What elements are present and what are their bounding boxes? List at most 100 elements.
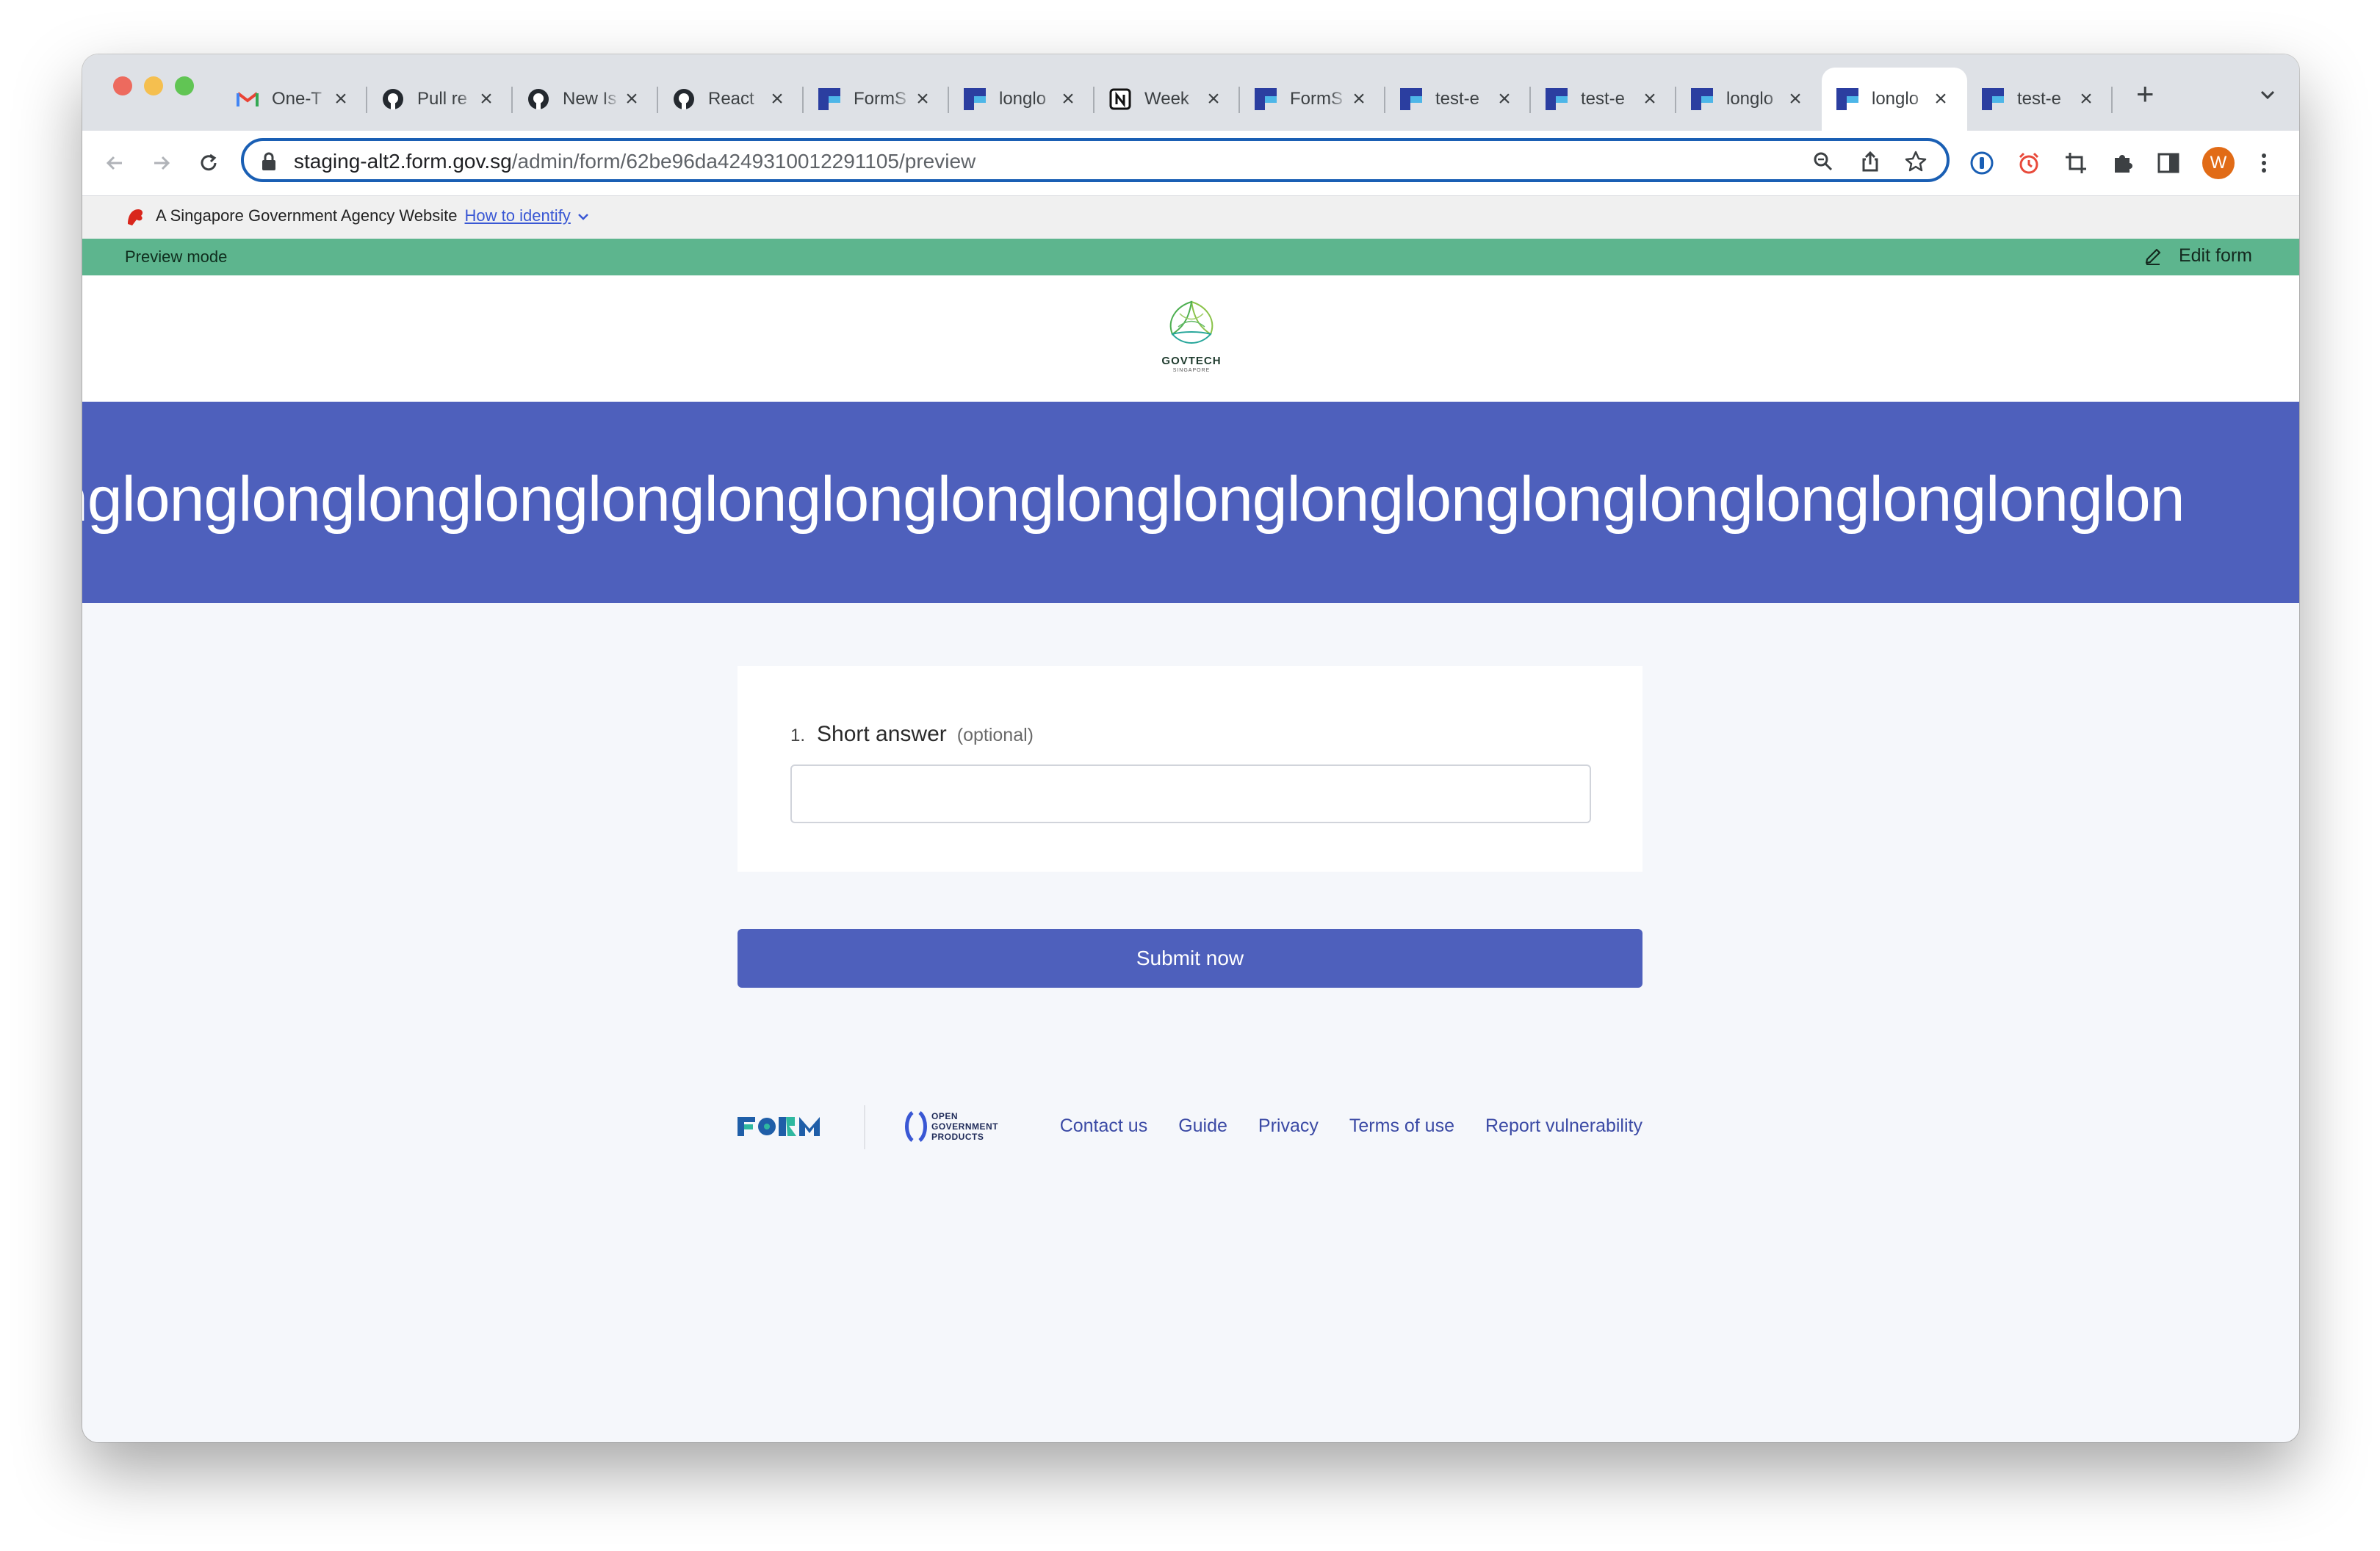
tab-test-e-3[interactable]: test-e × (1967, 68, 2113, 131)
how-to-identify-link[interactable]: How to identify (465, 206, 571, 225)
ogp-logo-icon (904, 1108, 927, 1149)
formsg-icon (964, 88, 986, 110)
tab-title: longlo (1726, 89, 1774, 109)
ogp-wordmark: OPEN GOVERNMENT PRODUCTS (931, 1111, 999, 1142)
github-icon (382, 88, 404, 110)
optional-tag: (optional) (956, 725, 1034, 745)
guide-link[interactable]: Guide (1178, 1116, 1227, 1137)
govtech-logo: GOVTECH SINGAPORE (1158, 299, 1225, 380)
preview-mode-label: Preview mode (125, 247, 228, 266)
question-card: 1. Short answer (optional) (738, 666, 1642, 872)
formsg-icon (1400, 88, 1422, 110)
tab-title: test-e (2017, 89, 2062, 109)
tab-gmail[interactable]: One-T × (222, 68, 367, 131)
question-title: Short answer (817, 722, 947, 746)
zoom-icon[interactable] (1811, 150, 1835, 173)
zoom-window-button[interactable] (175, 76, 194, 95)
tab-close-icon[interactable]: × (331, 88, 351, 110)
share-icon[interactable] (1858, 150, 1882, 173)
side-panel-icon[interactable] (2154, 148, 2183, 178)
tab-github-react[interactable]: React × (658, 68, 804, 131)
tab-title: React (708, 89, 754, 109)
lion-head-icon (125, 206, 145, 227)
minimize-window-button[interactable] (144, 76, 163, 95)
tab-close-icon[interactable]: × (621, 88, 642, 110)
profile-avatar[interactable]: W (2202, 147, 2235, 179)
short-answer-input[interactable] (790, 764, 1591, 823)
question-number: 1. (790, 726, 806, 745)
reload-button[interactable] (191, 145, 226, 181)
tab-longlo-active[interactable]: longlo × (1822, 68, 1967, 131)
tab-title: New Is (563, 89, 617, 109)
tab-close-icon[interactable]: × (1640, 88, 1660, 110)
tab-test-e[interactable]: test-e × (1385, 68, 1531, 131)
forward-button[interactable] (144, 145, 179, 181)
browser-window: One-T × Pull re × New Is × React × FormS… (82, 54, 2299, 1442)
address-bar[interactable]: staging-alt2.form.gov.sg/admin/form/62be… (241, 138, 1950, 182)
privacy-link[interactable]: Privacy (1258, 1116, 1319, 1137)
tab-title: longlo (1872, 89, 1919, 109)
tab-search-chevron-icon[interactable] (2257, 84, 2279, 106)
contact-us-link[interactable]: Contact us (1060, 1116, 1148, 1137)
tab-close-icon[interactable]: × (912, 88, 933, 110)
tab-strip: One-T × Pull re × New Is × React × FormS… (82, 54, 2299, 131)
edit-form-button[interactable]: Edit form (2143, 245, 2252, 267)
govtech-wordmark: GOVTECH (1161, 355, 1222, 367)
bookmark-star-icon[interactable] (1904, 150, 1928, 173)
tab-close-icon[interactable]: × (1785, 88, 1806, 110)
formsg-icon (818, 88, 840, 110)
tab-close-icon[interactable]: × (2076, 88, 2096, 110)
formsg-icon (1836, 88, 1858, 110)
tab-title: test-e (1581, 89, 1626, 109)
form-title-banner: nglonglonglonglonglonglonglonglonglonglo… (82, 402, 2299, 603)
govtech-subtext: SINGAPORE (1172, 368, 1211, 373)
tab-longlo[interactable]: longlo × (949, 68, 1095, 131)
tab-notion-week[interactable]: Week × (1095, 68, 1240, 131)
tab-formsg[interactable]: FormS × (804, 68, 949, 131)
close-window-button[interactable] (113, 76, 132, 95)
tab-github-pull[interactable]: Pull re × (367, 68, 513, 131)
browser-toolbar: staging-alt2.form.gov.sg/admin/form/62be… (82, 131, 2299, 196)
tab-title: test-e (1435, 89, 1480, 109)
chevron-down-icon[interactable] (577, 207, 590, 226)
back-button[interactable] (97, 145, 132, 181)
password-manager-icon[interactable] (1967, 148, 1997, 178)
tab-close-icon[interactable]: × (767, 88, 787, 110)
gmail-icon (237, 88, 259, 110)
tab-title: FormS (1290, 89, 1343, 109)
url-host: staging-alt2.form.gov.sg (294, 150, 512, 173)
masthead-text: A Singapore Government Agency Website How… (156, 206, 590, 226)
tab-close-icon[interactable]: × (1058, 88, 1078, 110)
tab-close-icon[interactable]: × (1930, 88, 1951, 110)
tab-formsg-2[interactable]: FormS × (1240, 68, 1385, 131)
formsg-icon (1691, 88, 1713, 110)
tab-close-icon[interactable]: × (476, 88, 497, 110)
masthead-label: A Singapore Government Agency Website (156, 206, 458, 225)
tab-title: longlo (999, 89, 1047, 109)
lock-icon (260, 151, 278, 172)
tab-close-icon[interactable]: × (1203, 88, 1224, 110)
tab-test-e-2[interactable]: test-e × (1531, 68, 1676, 131)
alarm-clock-icon[interactable] (2014, 148, 2044, 178)
tab-close-icon[interactable]: × (1349, 88, 1369, 110)
tab-github-issue[interactable]: New Is × (513, 68, 658, 131)
submit-button[interactable]: Submit now (738, 929, 1642, 988)
browser-menu-icon[interactable] (2249, 148, 2279, 178)
new-tab-button[interactable]: + (2136, 79, 2154, 109)
tab-title: FormS (854, 89, 906, 109)
extensions-puzzle-icon[interactable] (2108, 148, 2138, 178)
pencil-icon (2143, 247, 2163, 266)
screenshot-crop-icon[interactable] (2061, 148, 2091, 178)
terms-of-use-link[interactable]: Terms of use (1349, 1116, 1454, 1137)
preview-mode-bar: Preview mode Edit form (82, 239, 2299, 275)
url-path: /admin/form/62be96da4249310012291105/pre… (511, 150, 976, 173)
notion-icon (1109, 88, 1131, 110)
tab-close-icon[interactable]: × (1494, 88, 1515, 110)
footer-links: Contact us Guide Privacy Terms of use Re… (1060, 1116, 1642, 1137)
tab-longlo-2[interactable]: longlo × (1676, 68, 1822, 131)
footer: OPEN GOVERNMENT PRODUCTS Contact us Guide … (738, 1102, 1642, 1154)
edit-form-label: Edit form (2178, 245, 2252, 266)
sg-gov-masthead: A Singapore Government Agency Website How… (82, 196, 2299, 239)
github-icon (673, 88, 695, 110)
report-vulnerability-link[interactable]: Report vulnerability (1485, 1116, 1642, 1137)
